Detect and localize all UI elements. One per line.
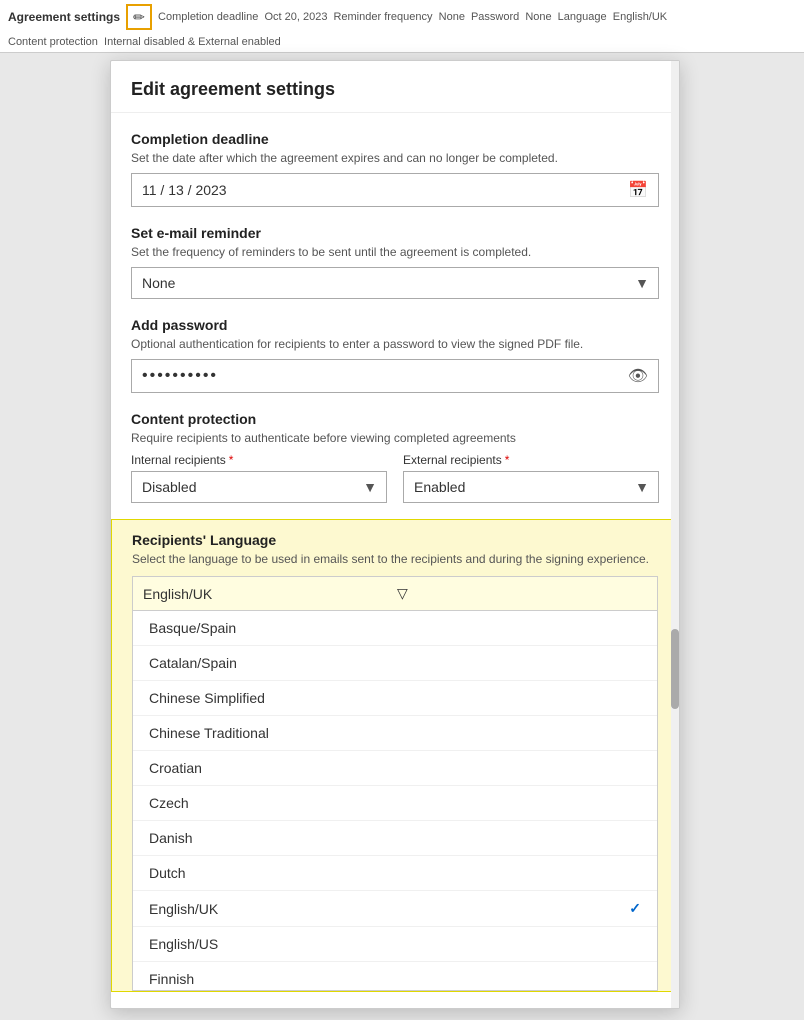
language-desc: Select the language to be used in emails…	[132, 552, 658, 566]
top-bar: Agreement settings ✏ Completion deadline…	[0, 0, 804, 53]
modal-title: Edit agreement settings	[131, 79, 335, 99]
language-dropdown-trigger[interactable]: English/UK ▽	[132, 576, 658, 611]
content-protection-title: Content protection	[131, 411, 659, 427]
reminder-frequency-meta: Reminder frequency None	[333, 11, 464, 23]
add-password-title: Add password	[131, 317, 659, 333]
external-select-wrapper: Enabled Disabled ▼	[403, 471, 659, 503]
date-input[interactable]	[142, 182, 628, 198]
list-item[interactable]: Basque/Spain	[133, 611, 657, 646]
required-star-internal: *	[229, 453, 234, 467]
list-item[interactable]: Dutch	[133, 856, 657, 891]
language-title: Recipients' Language	[132, 532, 658, 548]
external-select[interactable]: Enabled Disabled	[403, 471, 659, 503]
add-password-desc: Optional authentication for recipients t…	[131, 337, 659, 351]
agreement-settings-title: Agreement settings	[8, 10, 120, 24]
completion-deadline-label: Completion deadline Oct 20, 2023	[158, 11, 327, 23]
completion-deadline-desc: Set the date after which the agreement e…	[131, 151, 659, 165]
modal-scrollbar[interactable]	[671, 61, 679, 1008]
language-meta: Language English/UK	[558, 11, 668, 23]
list-item[interactable]: English/US	[133, 927, 657, 962]
list-item[interactable]: Catalan/Spain	[133, 646, 657, 681]
completion-deadline-title: Completion deadline	[131, 131, 659, 147]
content-protection-desc: Require recipients to authenticate befor…	[131, 431, 659, 445]
email-reminder-title: Set e-mail reminder	[131, 225, 659, 241]
list-item[interactable]: Chinese Simplified	[133, 681, 657, 716]
list-item[interactable]: Chinese Traditional	[133, 716, 657, 751]
content-protection-section: Content protection Require recipients to…	[131, 411, 659, 503]
reminder-select[interactable]: None Every day Every week Every two week…	[131, 267, 659, 299]
email-reminder-section: Set e-mail reminder Set the frequency of…	[131, 225, 659, 299]
add-password-section: Add password Optional authentication for…	[131, 317, 659, 393]
modal-body: Completion deadline Set the date after w…	[111, 113, 679, 1008]
external-label: External recipients *	[403, 453, 659, 467]
list-item[interactable]: English/UK ✓	[133, 891, 657, 927]
password-wrapper[interactable]: 👁︎	[131, 359, 659, 393]
date-input-wrapper[interactable]: 📅	[131, 173, 659, 207]
completion-deadline-section: Completion deadline Set the date after w…	[131, 131, 659, 207]
dropdown-cursor-icon: ▽	[397, 585, 647, 602]
password-input[interactable]	[142, 367, 628, 385]
content-protection-cols: Internal recipients * Disabled Enabled ▼…	[131, 453, 659, 503]
internal-recipients-col: Internal recipients * Disabled Enabled ▼	[131, 453, 387, 503]
internal-select-wrapper: Disabled Enabled ▼	[131, 471, 387, 503]
eye-icon[interactable]: 👁︎	[628, 366, 648, 386]
language-list: Basque/Spain Catalan/Spain Chinese Simpl…	[132, 611, 658, 991]
recipients-language-section: Recipients' Language Select the language…	[111, 519, 679, 992]
list-item[interactable]: Danish	[133, 821, 657, 856]
edit-agreement-settings-modal: Edit agreement settings Completion deadl…	[110, 60, 680, 1009]
checkmark-icon: ✓	[629, 900, 641, 917]
internal-label: Internal recipients *	[131, 453, 387, 467]
list-item[interactable]: Croatian	[133, 751, 657, 786]
selected-language-label: English/UK	[143, 586, 393, 602]
email-reminder-desc: Set the frequency of reminders to be sen…	[131, 245, 659, 259]
content-protection-meta: Content protection Internal disabled & E…	[8, 36, 281, 48]
edit-settings-button[interactable]: ✏	[126, 4, 152, 30]
internal-select[interactable]: Disabled Enabled	[131, 471, 387, 503]
reminder-select-wrapper: None Every day Every week Every two week…	[131, 267, 659, 299]
pencil-icon: ✏	[133, 9, 145, 26]
modal-header: Edit agreement settings	[111, 61, 679, 113]
calendar-icon[interactable]: 📅	[628, 180, 648, 200]
password-meta: Password None	[471, 11, 552, 23]
list-item[interactable]: Czech	[133, 786, 657, 821]
external-recipients-col: External recipients * Enabled Disabled ▼	[403, 453, 659, 503]
required-star-external: *	[505, 453, 510, 467]
scrollbar-thumb[interactable]	[671, 629, 679, 709]
list-item[interactable]: Finnish	[133, 962, 657, 991]
